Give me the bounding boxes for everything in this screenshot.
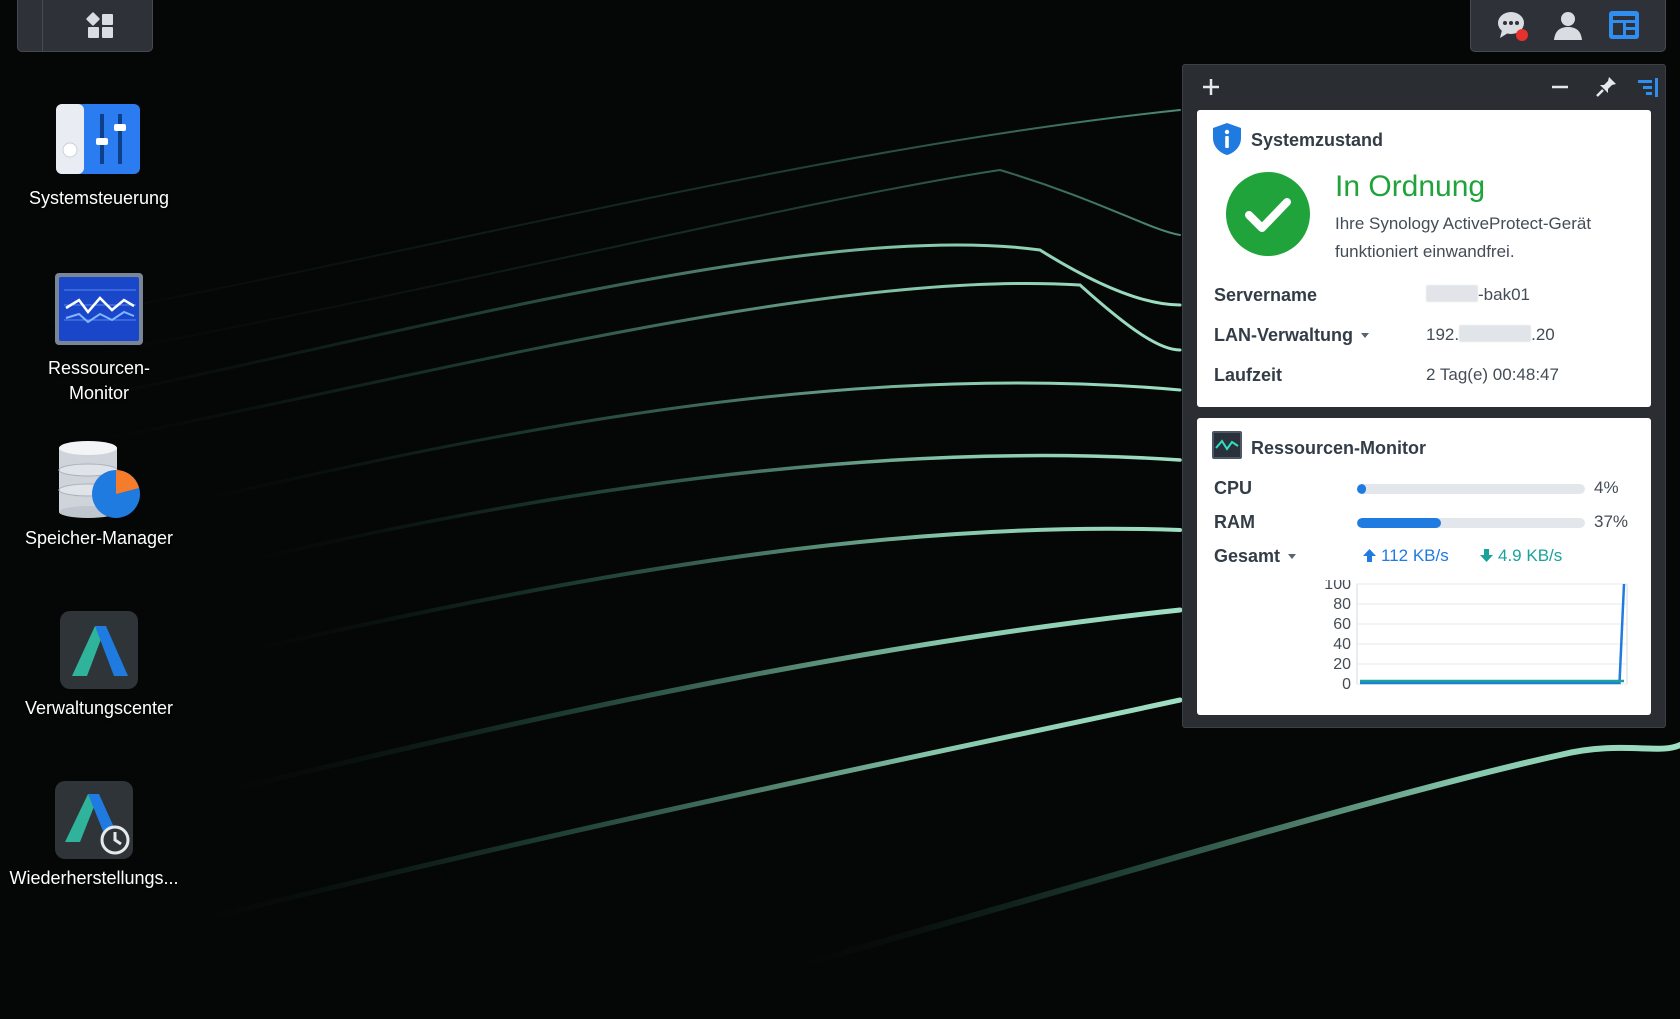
desktop-icon-management-center[interactable]: Verwaltungscenter xyxy=(4,610,194,721)
desktop-icon-label: Verwaltungscenter xyxy=(24,698,174,718)
widget-panel: Systemzustand In Ordnung Ihre Synology A… xyxy=(1182,64,1666,728)
y-tick-label: 60 xyxy=(1333,616,1351,633)
system-health-widget: Systemzustand In Ordnung Ihre Synology A… xyxy=(1197,110,1651,407)
widget-title: Systemzustand xyxy=(1251,130,1384,150)
cpu-label: CPU xyxy=(1214,478,1253,498)
minimize-icon[interactable] xyxy=(1545,72,1575,102)
server-name-value: -bak01 xyxy=(1426,285,1530,305)
ram-usage-bar xyxy=(1357,518,1585,528)
user-icon[interactable] xyxy=(1551,8,1585,42)
chevron-down-icon xyxy=(1288,554,1297,559)
network-total-dropdown[interactable]: Gesamt xyxy=(1214,546,1297,567)
cpu-usage-fill xyxy=(1357,484,1367,494)
check-circle-icon xyxy=(1226,172,1310,256)
restore-portal-icon xyxy=(55,781,133,859)
y-tick-label: 40 xyxy=(1333,636,1351,653)
lan-management-dropdown[interactable]: LAN-Verwaltung xyxy=(1214,325,1370,346)
notifications-icon[interactable] xyxy=(1495,8,1529,42)
pin-icon[interactable] xyxy=(1591,72,1621,102)
uptime-value: 2 Tag(e) 00:48:47 xyxy=(1426,365,1559,384)
management-center-icon xyxy=(60,611,138,689)
resource-monitor-icon xyxy=(1212,431,1242,459)
widget-title: Ressourcen-Monitor xyxy=(1251,438,1427,458)
resource-monitor-widget: Ressourcen-Monitor CPU 4% RAM 37% Gesamt… xyxy=(1197,418,1651,715)
network-chart: 100 80 60 40 20 0 xyxy=(1324,580,1628,693)
download-arrow-icon xyxy=(1480,549,1493,562)
ram-label: RAM xyxy=(1214,512,1255,532)
notification-badge xyxy=(1516,29,1528,41)
desktop-icon-label: Wiederherstellungs... xyxy=(9,868,179,888)
desktop-icon-control-panel[interactable]: Systemsteuerung xyxy=(4,100,194,211)
widgets-icon[interactable] xyxy=(1607,8,1641,42)
widget-panel-header xyxy=(1183,65,1665,109)
desktop-icon-storage-manager[interactable]: Speicher-Manager xyxy=(4,440,194,551)
main-menu-button[interactable] xyxy=(17,0,153,52)
health-description: Ihre Synology ActiveProtect-Gerät funkti… xyxy=(1335,214,1592,261)
chart-plot-area xyxy=(1356,583,1628,685)
y-tick-label: 100 xyxy=(1324,580,1351,593)
upload-arrow-icon xyxy=(1363,549,1376,562)
storage-manager-icon xyxy=(58,441,140,518)
uptime-label: Laufzeit xyxy=(1214,365,1283,385)
desktop-icon-label: Speicher-Manager xyxy=(24,528,174,548)
info-shield-icon xyxy=(1213,123,1241,155)
server-name-label: Servername xyxy=(1214,285,1318,305)
control-panel-icon xyxy=(56,104,140,174)
health-status: In Ordnung xyxy=(1335,170,1486,203)
download-rate: 4.9 KB/s xyxy=(1479,546,1562,566)
y-tick-label: 80 xyxy=(1333,596,1351,613)
system-tray xyxy=(1470,0,1666,52)
upload-rate: 112 KB/s xyxy=(1362,546,1449,566)
ram-usage-value: 37% xyxy=(1594,512,1629,531)
cpu-usage-bar xyxy=(1357,484,1585,494)
desktop-icon-resource-monitor[interactable]: Ressourcen- Monitor xyxy=(4,270,194,406)
cpu-usage-value: 4% xyxy=(1594,478,1619,497)
add-icon[interactable] xyxy=(1196,72,1226,102)
desktop-icon-restore-portal[interactable]: Wiederherstellungs... xyxy=(0,780,189,891)
chevron-down-icon xyxy=(1361,333,1370,338)
desktop-icon-label: Ressourcen- Monitor xyxy=(47,358,151,403)
resource-monitor-icon xyxy=(55,273,143,345)
redacted-text xyxy=(1426,285,1478,302)
ram-usage-fill xyxy=(1357,518,1442,528)
grid-icon xyxy=(86,12,113,38)
widget-layout-icon[interactable] xyxy=(1633,72,1663,102)
y-tick-label: 20 xyxy=(1333,656,1351,673)
desktop-icon-label: Systemsteuerung xyxy=(28,188,170,208)
y-tick-label: 0 xyxy=(1342,676,1351,693)
ip-address-value: 192. .20 xyxy=(1426,325,1555,344)
taskbar-separator xyxy=(42,0,43,51)
redacted-text xyxy=(1459,325,1532,342)
